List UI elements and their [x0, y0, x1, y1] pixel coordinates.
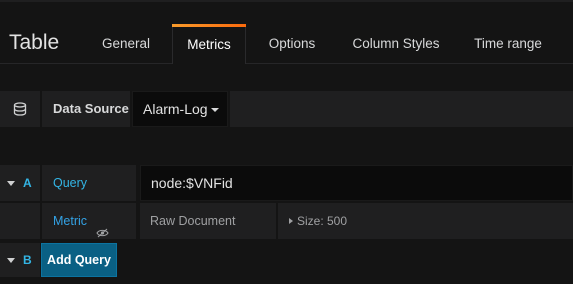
caret-down-icon [7, 180, 15, 186]
datasource-row-filler [230, 91, 573, 127]
caret-right-icon [289, 218, 293, 224]
metric-label-text: Metric [53, 214, 88, 228]
tab-time-range[interactable]: Time range [466, 24, 550, 64]
tab-general[interactable]: General [91, 24, 161, 64]
query-label: Query [42, 165, 136, 201]
top-divider [0, 0, 573, 2]
panel-title: Table [9, 31, 60, 54]
metric-label[interactable]: Metric [42, 203, 136, 239]
active-tab-indicator [172, 24, 246, 27]
tab-options[interactable]: Options [257, 24, 327, 64]
tab-column-styles[interactable]: Column Styles [342, 24, 450, 64]
datasource-selected-value: Alarm-Log [143, 101, 208, 117]
metric-type-select[interactable]: Raw Document [140, 203, 276, 239]
datasource-select[interactable]: Alarm-Log [132, 91, 228, 127]
datasource-label: Data Source [42, 91, 130, 127]
size-text: Size: 500 [297, 214, 348, 228]
tab-metrics-label: Metrics [187, 37, 231, 52]
query-ref-id-b: B [23, 253, 32, 267]
query-ref-id: A [23, 176, 32, 190]
panel-editor-header: Table General Metrics Options Column Sty… [0, 0, 573, 64]
tab-metrics[interactable]: Metrics [172, 24, 246, 64]
caret-down-icon [7, 257, 15, 263]
caret-down-icon [211, 108, 219, 112]
add-query-button[interactable]: Add Query [41, 243, 117, 277]
metric-row-gutter [0, 203, 40, 239]
query-b-collapse-toggle[interactable]: B [0, 243, 40, 277]
query-input[interactable]: node:$VNFid [140, 165, 573, 201]
query-a-collapse-toggle[interactable]: A [0, 165, 40, 201]
size-options-toggle[interactable]: Size: 500 [278, 203, 573, 239]
database-icon [0, 91, 40, 127]
datasource-row: Data Source Alarm-Log [0, 91, 573, 127]
